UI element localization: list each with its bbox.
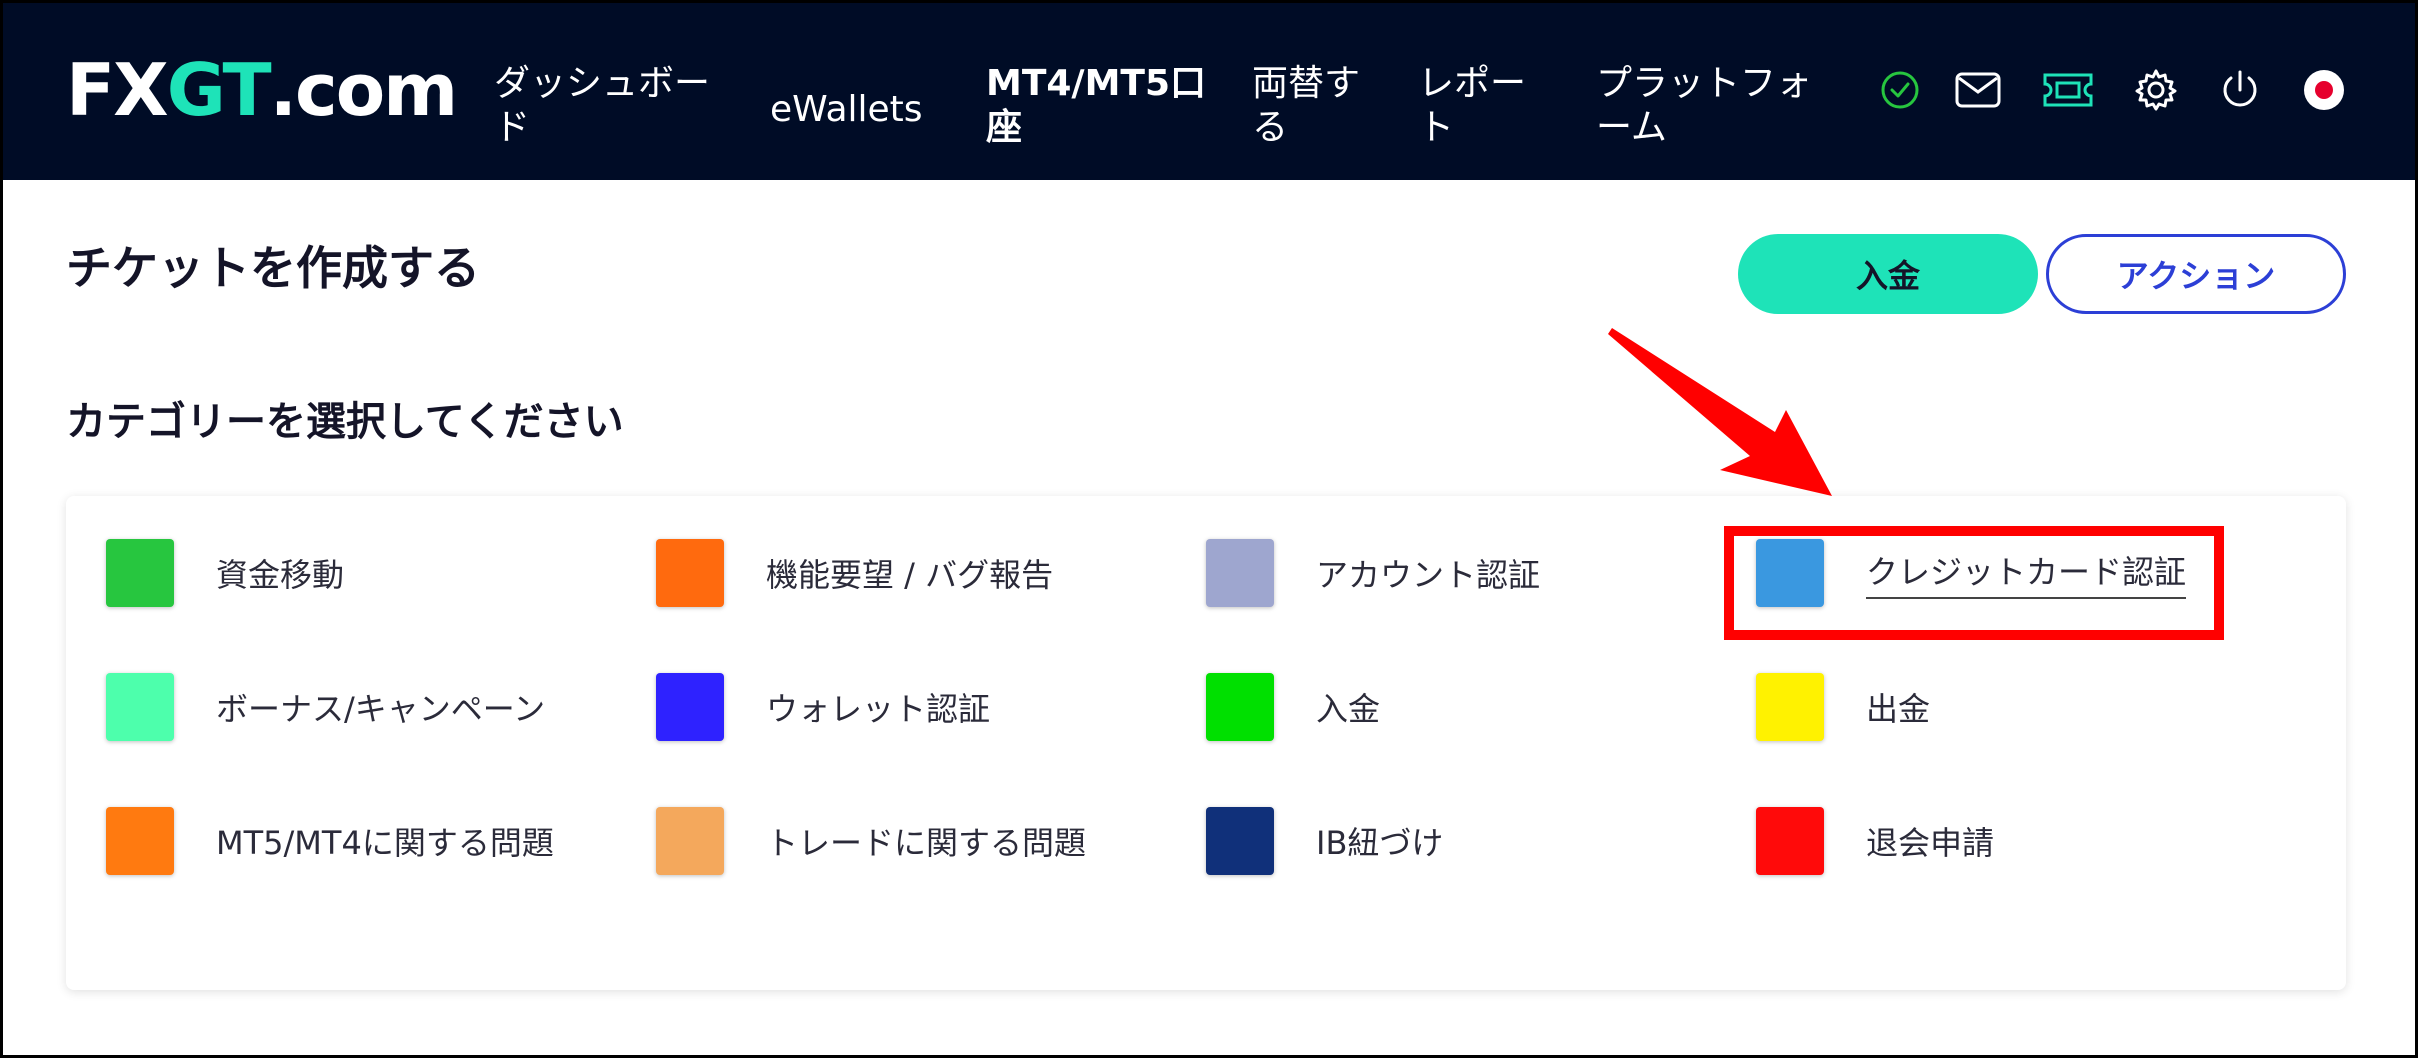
nav-platform-line2: ーム [1596, 107, 1667, 148]
language-flag-icon[interactable] [2300, 66, 2348, 114]
category-deposit[interactable]: 入金 [1206, 672, 1380, 742]
nav-ewallets-line1: eWallets [770, 89, 923, 130]
category-label: アカウント認証 [1316, 556, 1541, 594]
category-color-swatch [656, 539, 724, 607]
category-trade-issue[interactable]: トレードに関する問題 [656, 806, 1086, 876]
page-title: チケットを作成する [66, 241, 480, 295]
nav-dashboard-line2: ド [494, 107, 531, 148]
category-account-verification[interactable]: アカウント認証 [1206, 538, 1540, 608]
nav-report[interactable]: レポー ト [1418, 62, 1526, 150]
category-color-swatch [1756, 807, 1824, 875]
category-wallet-verification[interactable]: ウォレット認証 [656, 672, 990, 742]
category-color-swatch [1756, 673, 1824, 741]
gear-icon[interactable] [2132, 66, 2180, 114]
logo-prefix: FX [66, 48, 169, 132]
category-label: ウォレット認証 [766, 690, 991, 728]
nav-mt-accounts-line1: MT4/MT5口 [986, 63, 1207, 104]
nav-exchange-line1: 両替す [1252, 63, 1361, 104]
category-label: IB紐づけ [1316, 824, 1444, 862]
category-label: 退会申請 [1866, 824, 1995, 862]
nav-dashboard[interactable]: ダッシュボー ド [494, 62, 710, 150]
nav-mt-accounts[interactable]: MT4/MT5口 座 [986, 62, 1206, 150]
action-button[interactable]: アクション [2046, 234, 2346, 314]
top-header: FX GT .com ダッシュボー ド eWallets MT4/MT5口 座 両替… [0, 0, 2418, 180]
category-label: 出金 [1866, 690, 1931, 728]
nav-report-line2: ト [1418, 107, 1455, 148]
category-color-swatch [106, 807, 174, 875]
category-label: 入金 [1316, 690, 1381, 728]
category-fund-transfer[interactable]: 資金移動 [106, 538, 344, 608]
mail-icon[interactable] [1954, 66, 2002, 114]
category-label: MT5/MT4に関する問題 [216, 824, 554, 862]
red-arrow-icon [1608, 328, 1832, 496]
category-label: トレードに関する問題 [766, 824, 1087, 862]
nav-platform-line1: プラットフォ [1596, 63, 1813, 104]
verified-check-icon[interactable] [1876, 66, 1924, 114]
nav-report-line1: レポー [1418, 63, 1527, 104]
category-label: ボーナス/キャンペーン [216, 690, 546, 728]
category-color-swatch [1206, 673, 1274, 741]
category-ib-link[interactable]: IB紐づけ [1206, 806, 1443, 876]
nav-ewallets[interactable]: eWallets [770, 88, 923, 132]
category-mt-issue[interactable]: MT5/MT4に関する問題 [106, 806, 554, 876]
category-color-swatch [106, 673, 174, 741]
ticket-icon[interactable] [2042, 66, 2094, 114]
category-label: 機能要望 / バグ報告 [766, 556, 1054, 594]
category-account-closure[interactable]: 退会申請 [1756, 806, 1994, 876]
nav-platform[interactable]: プラットフォ ーム [1596, 62, 1812, 150]
logo-suffix: .com [269, 48, 459, 132]
category-feature-request[interactable]: 機能要望 / バグ報告 [656, 538, 1053, 608]
nav-exchange-line2: る [1252, 107, 1289, 148]
section-title: カテゴリーを選択してください [66, 399, 624, 445]
fxgt-logo[interactable]: FX GT .com [66, 48, 459, 132]
logo-highlight: GT [166, 48, 272, 132]
category-color-swatch [656, 673, 724, 741]
category-label: 資金移動 [216, 556, 345, 594]
category-bonus-campaign[interactable]: ボーナス/キャンペーン [106, 672, 545, 742]
nav-dashboard-line1: ダッシュボー [494, 63, 711, 104]
power-icon[interactable] [2216, 66, 2264, 114]
category-color-swatch [1206, 807, 1274, 875]
category-color-swatch [656, 807, 724, 875]
nav-exchange[interactable]: 両替す る [1252, 62, 1360, 150]
highlight-box [1724, 526, 2224, 640]
category-withdrawal[interactable]: 出金 [1756, 672, 1930, 742]
nav-mt-accounts-line2: 座 [986, 107, 1023, 148]
category-color-swatch [106, 539, 174, 607]
category-color-swatch [1206, 539, 1274, 607]
deposit-button[interactable]: 入金 [1738, 234, 2038, 314]
